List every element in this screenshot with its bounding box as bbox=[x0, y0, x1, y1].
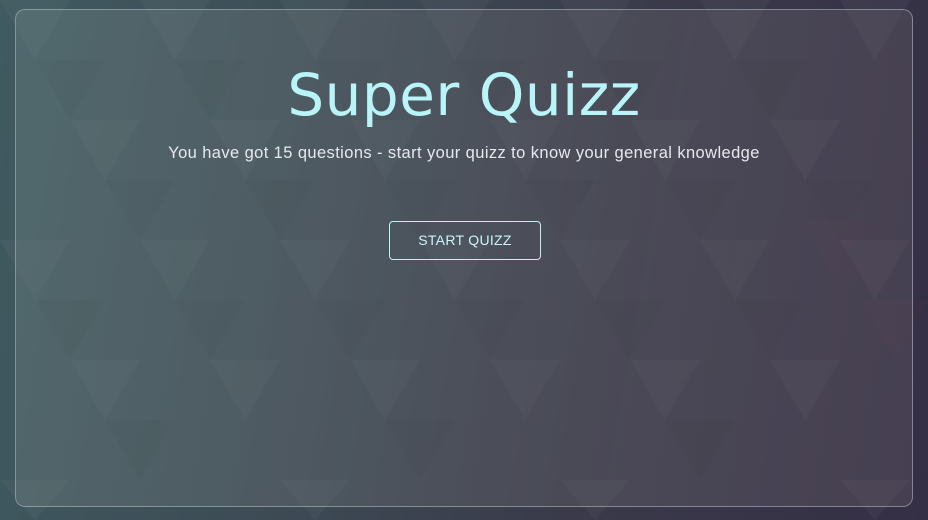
start-quiz-button[interactable]: START QUIZZ bbox=[389, 221, 541, 260]
quiz-subtitle: You have got 15 questions - start your q… bbox=[168, 144, 760, 162]
quiz-intro-card: Super Quizz You have got 15 questions - … bbox=[15, 9, 913, 507]
quiz-title: Super Quizz bbox=[287, 61, 641, 129]
